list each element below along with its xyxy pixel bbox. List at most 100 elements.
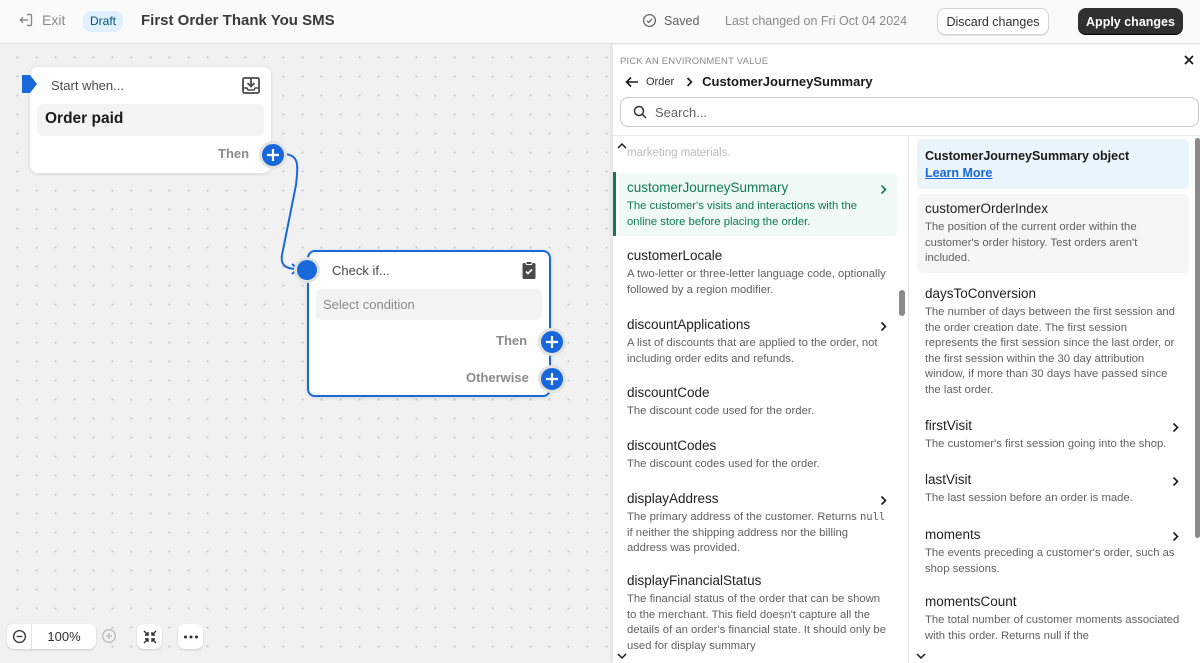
exit-icon (19, 13, 33, 27)
item-name: customerLocale (627, 248, 723, 263)
item-description: The financial status of the order that c… (627, 593, 887, 652)
item-name: discountCode (627, 385, 710, 400)
item-description: The events preceding a customer's order,… (925, 547, 1175, 575)
list-item-customerOrderIndex[interactable]: customerOrderIndex The position of the c… (917, 194, 1189, 273)
fields-list: marketing materials. customerJourneySumm… (613, 136, 909, 663)
list-item-firstVisit[interactable]: firstVisit The customer's first session … (917, 411, 1189, 459)
more-horizontal-icon (183, 635, 198, 638)
add-step-button[interactable] (259, 141, 287, 169)
item-description: The primary address of the customer. Ret… (627, 511, 886, 554)
search-icon (633, 105, 647, 119)
start-marker-icon (22, 75, 37, 93)
add-then-step-button[interactable] (538, 328, 566, 356)
check-circle-icon (642, 13, 657, 28)
object-title: CustomerJourneySummary object (925, 149, 1130, 163)
close-icon[interactable] (1183, 54, 1195, 66)
chevron-right-icon (1172, 476, 1179, 487)
search-input[interactable] (655, 104, 1175, 120)
list-item-discountCode[interactable]: discountCode The discount code used for … (619, 378, 897, 426)
item-name: displayAddress (627, 491, 719, 506)
item-name: moments (925, 527, 981, 542)
item-description: The customer's first session going into … (925, 438, 1167, 450)
plus-icon (546, 373, 558, 385)
item-description: The discount codes used for the order. (627, 458, 820, 470)
saved-label: Saved (664, 13, 700, 28)
selected-indicator (613, 172, 616, 236)
item-name: lastVisit (925, 472, 972, 487)
plus-icon (267, 149, 279, 161)
environment-value-picker: PICK AN ENVIRONMENT VALUE Order Customer… (612, 45, 1200, 663)
chevron-right-icon (687, 76, 693, 87)
workflow-canvas[interactable]: Start when... Order paid Then Check if..… (0, 45, 612, 663)
list-item-discountCodes[interactable]: discountCodes The discount codes used fo… (619, 431, 897, 479)
chevron-right-icon (880, 495, 887, 506)
breadcrumb: Order CustomerJourneySummary (625, 74, 873, 89)
list-item-moments[interactable]: moments The events preceding a customer'… (917, 520, 1189, 583)
discard-changes-button[interactable]: Discard changes (937, 8, 1049, 35)
search-box (620, 97, 1199, 127)
fields-list-scrollbar[interactable] (899, 290, 905, 316)
minus-circle-icon (12, 629, 26, 644)
breadcrumb-parent[interactable]: Order (646, 76, 674, 88)
condition-node-label: Check if... (332, 263, 390, 278)
item-description: The position of the current order within… (925, 221, 1138, 264)
chevron-down-icon[interactable] (617, 653, 627, 660)
add-otherwise-step-button[interactable] (538, 365, 566, 393)
item-description: The customer's visits and interactions w… (627, 200, 858, 228)
item-name: firstVisit (925, 418, 973, 433)
select-condition-field[interactable]: Select condition (316, 289, 542, 320)
zoom-in-button[interactable] (101, 628, 117, 644)
chevron-up-icon[interactable] (617, 142, 627, 149)
item-description: The number of days between the first ses… (925, 306, 1175, 396)
list-item-customerLocale[interactable]: customerLocale A two-letter or three-let… (619, 241, 897, 304)
exit-button[interactable]: Exit (18, 12, 65, 28)
page-title: First Order Thank You SMS (141, 12, 335, 29)
item-name: displayFinancialStatus (627, 573, 762, 588)
inbox-download-icon (242, 77, 260, 94)
back-arrow-icon[interactable] (625, 76, 639, 88)
zoom-out-button[interactable] (7, 624, 32, 649)
list-item-displayFinancialStatus[interactable]: displayFinancialStatus The financial sta… (619, 566, 897, 660)
list-item-displayAddress[interactable]: displayAddress The primary address of th… (619, 484, 897, 563)
list-item-discountApplications[interactable]: discountApplications A list of discounts… (619, 310, 897, 373)
item-name: momentsCount (925, 594, 1017, 609)
apply-changes-button[interactable]: Apply changes (1078, 8, 1183, 35)
list-item-daysToConversion[interactable]: daysToConversion The number of days betw… (917, 279, 1189, 404)
item-description: The total number of customer moments ass… (925, 614, 1180, 642)
then-label: Then (496, 333, 528, 348)
status-badge: Draft (83, 11, 124, 32)
otherwise-label: Otherwise (466, 370, 529, 385)
more-options-button[interactable] (178, 624, 203, 649)
exit-label: Exit (42, 12, 66, 28)
chevron-right-icon (880, 184, 887, 195)
item-name: daysToConversion (925, 286, 1037, 301)
details-list-scrollbar[interactable] (1195, 138, 1200, 538)
last-changed-text: Last changed on Fri Oct 04 2024 (725, 14, 908, 28)
item-name: discountCodes (627, 438, 717, 453)
trigger-node-label: Start when... (51, 78, 124, 93)
fit-view-button[interactable] (137, 624, 162, 649)
trigger-node[interactable]: Start when... Order paid Then (22, 67, 287, 173)
list-item-customerJourneySummary[interactable]: customerJourneySummary The customer's vi… (619, 173, 897, 236)
item-name: discountApplications (627, 317, 751, 332)
list-item-lastVisit[interactable]: lastVisit The last session before an ord… (917, 465, 1189, 513)
saved-status: Saved (642, 13, 699, 28)
item-name: customerJourneySummary (627, 180, 789, 195)
trigger-value[interactable]: Order paid (37, 104, 264, 136)
collapse-arrows-icon (143, 630, 156, 643)
item-description: A list of discounts that are applied to … (627, 337, 878, 365)
then-label: Then (218, 146, 250, 161)
clipboard-check-icon (522, 261, 536, 279)
top-bar: Exit Draft First Order Thank You SMS Sav… (0, 0, 1200, 44)
zoom-level: 100% (47, 629, 81, 644)
object-info: CustomerJourneySummary object Learn More (917, 139, 1189, 189)
breadcrumb-current: CustomerJourneySummary (702, 74, 873, 89)
chevron-right-icon (1172, 531, 1179, 542)
condition-node[interactable]: Check if... Select condition Then Otherw… (297, 250, 566, 397)
learn-more-link[interactable]: Learn More (925, 166, 1181, 180)
zoom-group: 100% (7, 624, 96, 649)
list-item-momentsCount[interactable]: momentsCount The total number of custome… (917, 587, 1189, 650)
faded-description: marketing materials. (627, 147, 731, 159)
chevron-down-icon[interactable] (916, 653, 926, 660)
panel-header: PICK AN ENVIRONMENT VALUE (620, 56, 769, 67)
